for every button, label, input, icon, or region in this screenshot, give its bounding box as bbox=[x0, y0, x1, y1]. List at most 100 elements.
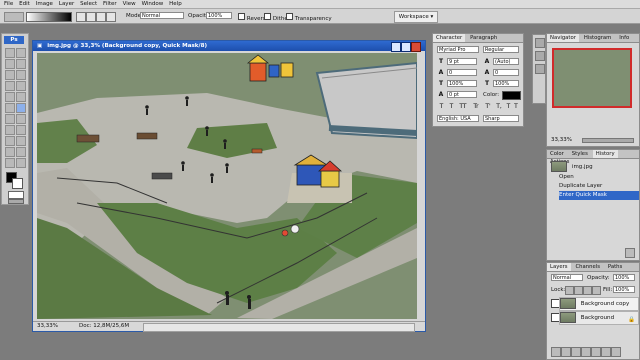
brush-tool-icon[interactable] bbox=[16, 81, 26, 91]
move-tool-icon[interactable] bbox=[5, 48, 15, 58]
new-layer-icon[interactable] bbox=[601, 347, 611, 357]
reflected-gradient-button[interactable] bbox=[106, 12, 116, 22]
faux-italic-icon[interactable]: T bbox=[447, 103, 456, 110]
tab-paths[interactable]: Paths bbox=[605, 263, 625, 271]
path-selection-tool-icon[interactable] bbox=[5, 125, 15, 135]
vertical-scale-field[interactable]: 100% bbox=[447, 80, 477, 87]
maximize-icon[interactable] bbox=[401, 42, 411, 52]
workspace-button[interactable]: Workspace ▾ bbox=[394, 11, 438, 23]
link-layers-icon[interactable] bbox=[551, 347, 561, 357]
close-icon[interactable] bbox=[411, 42, 421, 52]
tab-styles[interactable]: Styles bbox=[569, 150, 591, 158]
magic-wand-tool-icon[interactable] bbox=[16, 59, 26, 69]
tool-preset-picker[interactable] bbox=[4, 12, 24, 22]
tab-histogram[interactable]: Histogram bbox=[581, 34, 614, 42]
zoom-readout[interactable]: 33,33% bbox=[37, 322, 58, 331]
brushes-panel-icon[interactable] bbox=[535, 51, 545, 61]
linear-gradient-button[interactable] bbox=[76, 12, 86, 22]
mode-select[interactable]: Normal bbox=[140, 12, 184, 19]
tracking-field[interactable]: 0 bbox=[493, 69, 519, 76]
tab-history[interactable]: History bbox=[592, 150, 618, 158]
navigator-zoom[interactable]: 33,33% bbox=[551, 137, 572, 144]
lock-position-icon[interactable] bbox=[583, 286, 592, 295]
dither-checkbox[interactable] bbox=[264, 13, 271, 20]
leading-field[interactable]: (Auto) bbox=[493, 58, 519, 65]
menu-edit[interactable]: Edit bbox=[19, 0, 30, 8]
pen-tool-icon[interactable] bbox=[5, 136, 15, 146]
group-icon[interactable] bbox=[591, 347, 601, 357]
zoom-tool-icon[interactable] bbox=[16, 158, 26, 168]
trash-icon[interactable] bbox=[611, 347, 621, 357]
gradient-preview[interactable] bbox=[26, 12, 72, 22]
history-brush-tool-icon[interactable] bbox=[16, 92, 26, 102]
tab-channels[interactable]: Channels bbox=[572, 263, 603, 271]
layer-row-background-copy[interactable]: Background copy bbox=[559, 297, 639, 311]
notes-tool-icon[interactable] bbox=[5, 147, 15, 157]
underline-icon[interactable]: T bbox=[505, 103, 512, 110]
eraser-tool-icon[interactable] bbox=[5, 103, 15, 113]
history-item-duplicate-layer[interactable]: Duplicate Layer bbox=[559, 182, 639, 191]
menu-window[interactable]: Window bbox=[142, 0, 164, 8]
clone-stamp-tool-icon[interactable] bbox=[5, 92, 15, 102]
new-snapshot-icon[interactable] bbox=[625, 248, 635, 258]
lock-transparency-icon[interactable] bbox=[565, 286, 574, 295]
fx-icon[interactable] bbox=[561, 347, 571, 357]
strikethrough-icon[interactable]: T bbox=[513, 103, 519, 110]
menu-help[interactable]: Help bbox=[169, 0, 182, 8]
doc-size-info[interactable]: Doc: 12,8M/25,6M bbox=[79, 322, 129, 331]
screen-mode-icon[interactable] bbox=[8, 199, 24, 204]
eyedropper-tool-icon[interactable] bbox=[16, 147, 26, 157]
mask-icon[interactable] bbox=[571, 347, 581, 357]
tab-info[interactable]: Info bbox=[616, 34, 632, 42]
tab-paragraph[interactable]: Paragraph bbox=[467, 34, 500, 42]
blur-tool-icon[interactable] bbox=[5, 114, 15, 124]
fill-field[interactable]: 100% bbox=[613, 286, 635, 293]
subscript-icon[interactable]: T, bbox=[494, 103, 504, 110]
angle-gradient-button[interactable] bbox=[96, 12, 106, 22]
anti-aliasing-select[interactable]: Sharp bbox=[483, 115, 519, 122]
language-select[interactable]: English: USA bbox=[437, 115, 479, 122]
tools-panel-icon[interactable] bbox=[535, 38, 545, 48]
font-family-select[interactable]: Myriad Pro bbox=[437, 46, 479, 53]
menu-layer[interactable]: Layer bbox=[59, 0, 74, 8]
transparency-toggle[interactable]: Transparency bbox=[286, 13, 332, 23]
kerning-field[interactable]: 0 bbox=[447, 69, 477, 76]
tab-navigator[interactable]: Navigator bbox=[547, 34, 579, 42]
dodge-tool-icon[interactable] bbox=[16, 114, 26, 124]
tab-color[interactable]: Color bbox=[547, 150, 567, 158]
lock-image-icon[interactable] bbox=[574, 286, 583, 295]
hand-tool-icon[interactable] bbox=[5, 158, 15, 168]
minimize-icon[interactable] bbox=[391, 42, 401, 52]
tab-layers[interactable]: Layers bbox=[547, 263, 571, 271]
layer-opacity-field[interactable]: 100% bbox=[613, 274, 635, 281]
superscript-icon[interactable]: T' bbox=[483, 103, 493, 110]
opacity-field[interactable]: 100% bbox=[206, 12, 232, 19]
navigator-zoom-slider[interactable] bbox=[582, 138, 634, 143]
reverse-checkbox[interactable] bbox=[238, 13, 245, 20]
small-caps-icon[interactable]: Tr bbox=[470, 103, 482, 110]
slice-tool-icon[interactable] bbox=[16, 70, 26, 80]
quick-mask-icon[interactable] bbox=[8, 191, 24, 199]
font-size-field[interactable]: 9 pt bbox=[447, 58, 477, 65]
marquee-tool-icon[interactable] bbox=[16, 48, 26, 58]
menu-filter[interactable]: Filter bbox=[103, 0, 117, 8]
all-caps-icon[interactable]: TT bbox=[457, 103, 469, 110]
type-tool-icon[interactable] bbox=[16, 125, 26, 135]
layer-row-background[interactable]: Background 🔒 bbox=[559, 311, 639, 325]
gradient-tool-icon[interactable] bbox=[16, 103, 26, 113]
lock-all-icon[interactable] bbox=[592, 286, 601, 295]
background-color-swatch[interactable] bbox=[12, 178, 23, 189]
blend-mode-select[interactable]: Normal bbox=[551, 274, 583, 281]
history-snapshot[interactable]: img.jpg bbox=[551, 161, 635, 172]
image-canvas[interactable] bbox=[37, 53, 417, 319]
history-item-enter-quick-mask[interactable]: Enter Quick Mask bbox=[559, 191, 639, 200]
clone-source-panel-icon[interactable] bbox=[535, 64, 545, 74]
text-color-swatch[interactable] bbox=[502, 91, 521, 100]
crop-tool-icon[interactable] bbox=[5, 70, 15, 80]
tab-character[interactable]: Character bbox=[433, 34, 466, 42]
radial-gradient-button[interactable] bbox=[86, 12, 96, 22]
menu-view[interactable]: View bbox=[123, 0, 136, 8]
lasso-tool-icon[interactable] bbox=[5, 59, 15, 69]
adjustment-layer-icon[interactable] bbox=[581, 347, 591, 357]
menu-image[interactable]: Image bbox=[36, 0, 53, 8]
